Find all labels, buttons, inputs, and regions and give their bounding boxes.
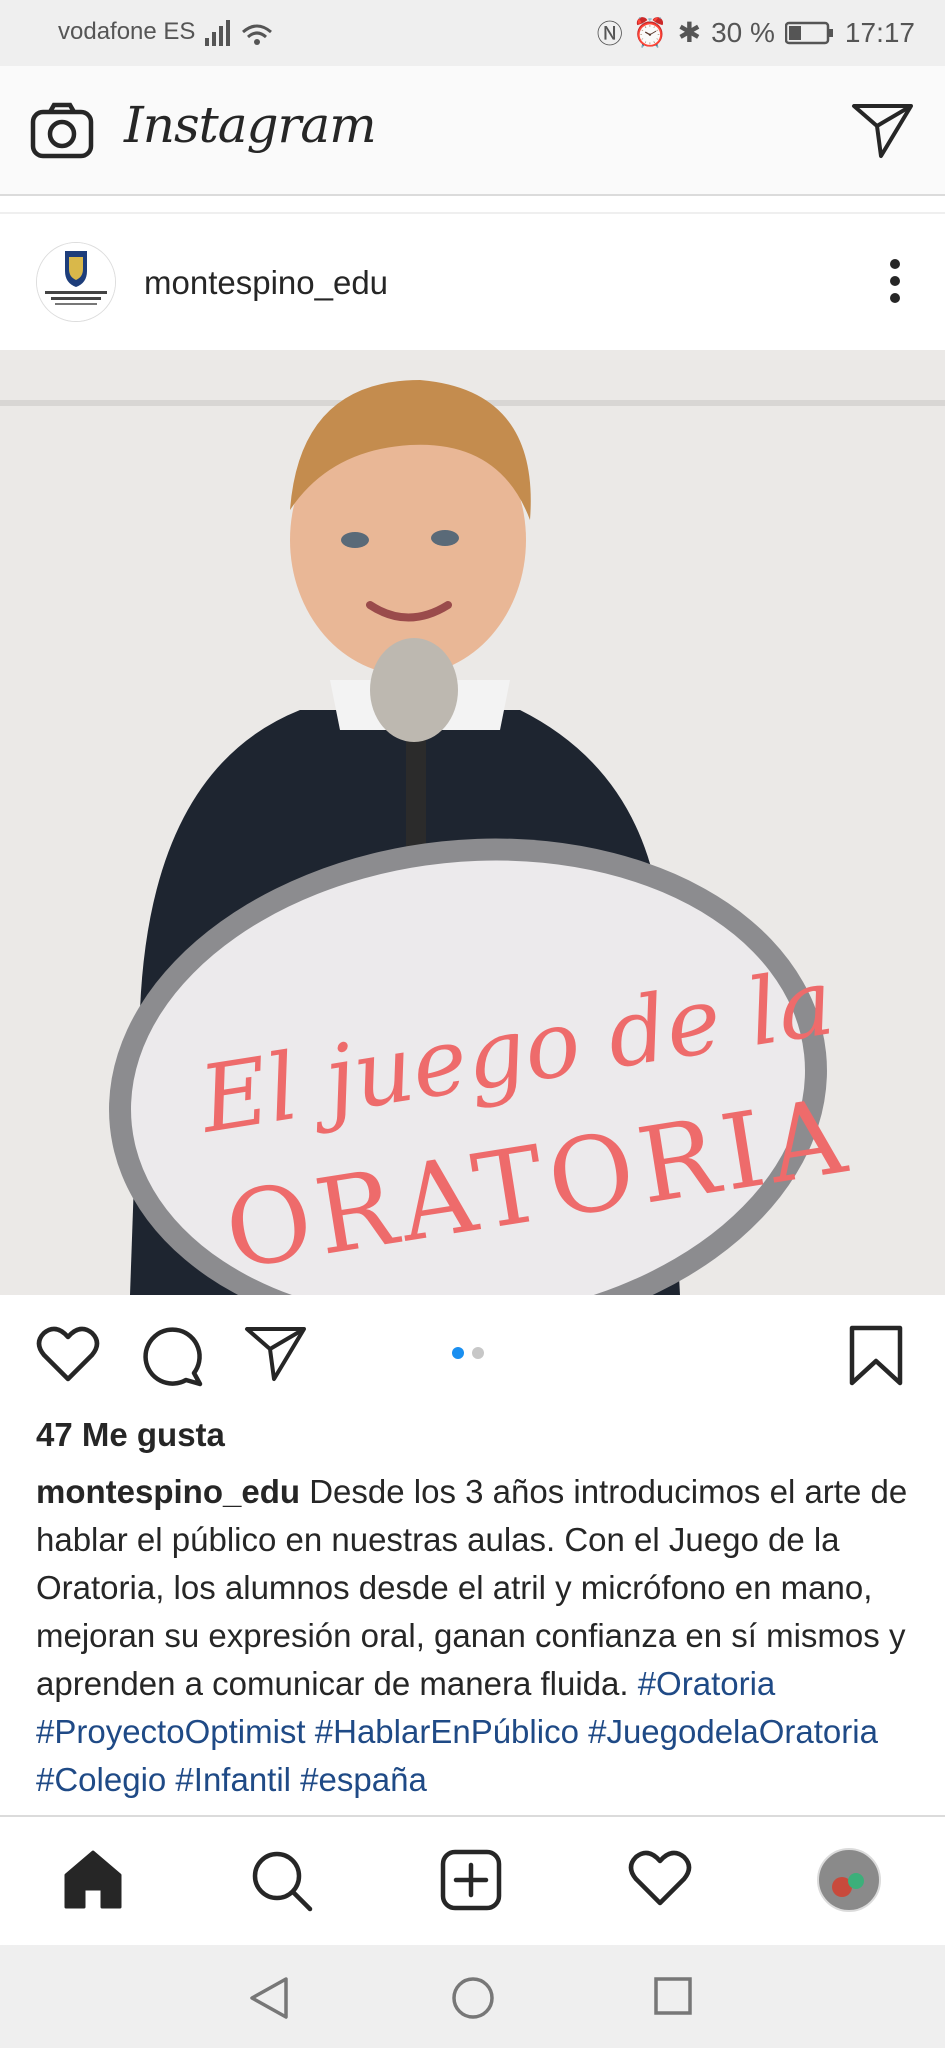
post-caption: montespino_edu Desde los 3 años introduc… — [36, 1468, 916, 1818]
paper-plane-icon[interactable] — [851, 102, 915, 160]
back-triangle-icon[interactable] — [248, 1975, 290, 2021]
status-right: Ⓝ ⏰ ✱ 30 % 17:17 — [597, 14, 915, 51]
likes-count[interactable]: 47 Me gusta — [36, 1416, 225, 1454]
avatar[interactable] — [36, 242, 116, 322]
post-photo-illustration: El juego de la ORATORIA — [0, 350, 945, 1295]
clock: 17:17 — [844, 16, 915, 48]
comment-icon[interactable] — [142, 1325, 204, 1387]
instagram-logo: Instagram — [124, 96, 377, 154]
alarm-icon: ⏰ — [632, 17, 668, 48]
battery-percent: 30 % — [711, 16, 775, 48]
share-paper-plane-icon[interactable] — [244, 1325, 308, 1383]
post-username[interactable]: montespino_edu — [144, 264, 388, 302]
system-navigation-bar — [0, 1945, 945, 2048]
home-circle-icon[interactable] — [450, 1975, 496, 2021]
signal-wifi-icon — [205, 20, 272, 46]
activity-heart-icon[interactable] — [628, 1849, 692, 1907]
bluetooth-icon: ✱ — [677, 17, 702, 48]
post-image[interactable]: El juego de la ORATORIA — [0, 350, 945, 1295]
carousel-indicator — [452, 1347, 484, 1359]
school-crest-icon — [37, 243, 115, 321]
caption-username[interactable]: montespino_edu — [36, 1473, 300, 1510]
home-icon[interactable] — [62, 1849, 124, 1909]
status-bar: vodafone ES Ⓝ ⏰ ✱ 30 % 17:17 — [0, 0, 945, 66]
post-header: montespino_edu — [0, 214, 945, 350]
new-post-icon[interactable] — [440, 1849, 502, 1911]
carrier-label: vodafone ES — [58, 18, 196, 45]
profile-avatar-icon[interactable] — [816, 1847, 882, 1913]
more-options-icon[interactable] — [889, 258, 901, 304]
carousel-dot-1 — [452, 1347, 464, 1359]
like-heart-icon[interactable] — [36, 1325, 100, 1383]
top-app-bar: Instagram — [0, 66, 945, 196]
bottom-navigation — [0, 1815, 945, 1947]
carousel-dot-2 — [472, 1347, 484, 1359]
camera-icon[interactable] — [30, 102, 94, 160]
nfc-icon: Ⓝ — [596, 19, 623, 49]
bookmark-icon[interactable] — [848, 1325, 904, 1387]
search-icon[interactable] — [250, 1849, 314, 1913]
recents-square-icon[interactable] — [652, 1975, 694, 2017]
post-actions — [0, 1295, 945, 1415]
battery-icon — [784, 21, 833, 44]
